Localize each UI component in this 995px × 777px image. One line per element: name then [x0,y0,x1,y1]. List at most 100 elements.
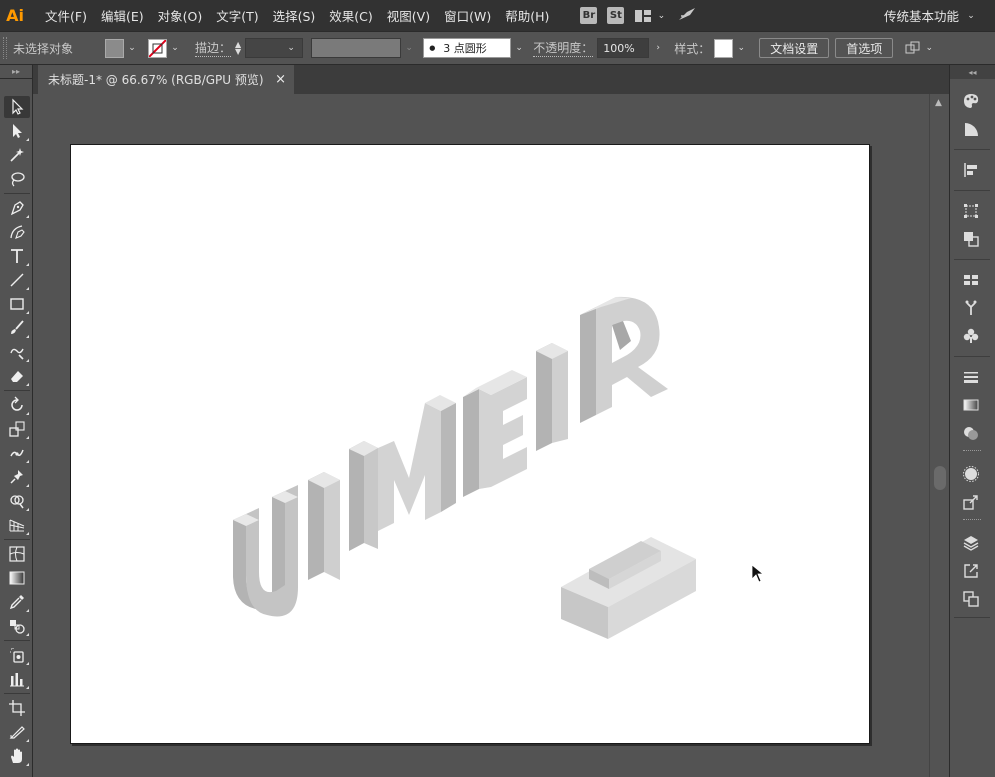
pathfinder-panel-icon[interactable] [960,228,982,250]
letter-i-2[interactable] [536,343,568,451]
column-graph-tool[interactable] [4,668,30,690]
stroke-panel-icon[interactable] [960,366,982,388]
shape-builder-tool[interactable] [4,490,30,512]
menu-bar: Ai 文件(F) 编辑(E) 对象(O) 文字(T) 选择(S) 效果(C) 视… [0,0,995,31]
document-setup-button[interactable]: 文档设置 [759,38,830,58]
menu-select[interactable]: 选择(S) [266,6,323,25]
gpu-performance-icon[interactable] [677,6,697,25]
curvature-tool[interactable] [4,221,30,243]
stroke-weight-stepper[interactable]: ▲ ▼ [235,41,241,56]
arrange-icon[interactable]: ⌄ [905,41,935,55]
opacity-expand-icon[interactable]: › [652,42,664,54]
style-dropdown-icon[interactable]: ⌄ [735,42,747,54]
rectangle-tool[interactable] [4,293,30,315]
layers-panel-icon[interactable] [960,532,982,554]
stroke-weight-input[interactable]: ⌄ [245,38,304,58]
brush-dropdown-icon[interactable]: ⌄ [513,42,525,54]
scale-tool[interactable] [4,418,30,440]
workspace-switcher[interactable]: 传统基本功能 ⌄ [884,0,977,31]
selection-tool[interactable] [4,96,30,118]
bridge-button[interactable]: Br [580,7,598,24]
align-panel-icon[interactable] [960,159,982,181]
fill-dropdown-icon[interactable]: ⌄ [126,42,138,54]
brushes-panel-icon[interactable] [960,297,982,319]
shaper-tool[interactable] [4,341,30,363]
collapse-panel-icon[interactable]: ▸▸ [0,65,32,79]
export-icon[interactable] [960,560,982,582]
pedestal-block[interactable] [561,537,696,639]
scrollbar-thumb[interactable] [934,466,946,490]
blend-tool[interactable] [4,615,30,637]
stock-button[interactable]: St [607,7,625,24]
close-icon[interactable]: × [275,72,286,87]
menu-type[interactable]: 文字(T) [209,6,265,25]
artboard-tool[interactable] [4,697,30,719]
brush-definition[interactable]: ● 3 点圆形 [423,38,512,58]
stroke-swatch[interactable] [148,38,168,58]
vertical-scrollbar[interactable]: ▲ [929,94,949,777]
stroke-label[interactable]: 描边： [195,39,232,57]
menu-edit[interactable]: 编辑(E) [94,6,151,25]
rotate-tool[interactable] [4,394,30,416]
variable-width-profile[interactable] [311,38,402,58]
symbol-sprayer-tool[interactable] [4,644,30,666]
fill-swatch[interactable] [105,38,125,58]
transform-panel-icon[interactable] [960,200,982,222]
letter-e[interactable] [463,370,527,497]
gradient-tool[interactable] [4,567,30,589]
menu-effect[interactable]: 效果(C) [322,6,379,25]
line-segment-tool[interactable] [4,269,30,291]
transparency-panel-icon[interactable] [960,422,982,444]
letter-r[interactable] [580,296,668,423]
expand-panels-icon[interactable]: ◂◂ [950,65,995,79]
eraser-tool[interactable] [4,365,30,387]
menu-view[interactable]: 视图(V) [380,6,437,25]
slice-tool[interactable] [4,721,30,743]
lasso-tool[interactable] [4,168,30,190]
asset-export-icon[interactable] [960,491,982,513]
direct-selection-tool[interactable] [4,120,30,142]
opacity-input[interactable]: 100% [597,38,650,58]
menu-window[interactable]: 窗口(W) [437,6,498,25]
letter-m[interactable] [349,395,456,551]
artboards-panel-icon[interactable] [960,588,982,610]
color-panel-icon[interactable] [960,90,982,112]
letter-u[interactable] [233,485,298,617]
graphic-style-swatch[interactable] [714,38,734,58]
puppet-warp-tool[interactable] [4,442,30,464]
magic-wand-tool[interactable] [4,144,30,166]
gradient-panel-icon[interactable] [960,394,982,416]
appearance-panel-icon[interactable] [960,463,982,485]
perspective-grid-tool[interactable] [4,514,30,536]
paintbrush-tool[interactable] [4,317,30,339]
profile-dropdown-icon[interactable]: ⌄ [403,42,415,54]
preferences-button[interactable]: 首选项 [835,38,894,58]
scroll-up-icon[interactable]: ▲ [935,98,942,108]
stroke-dropdown-icon[interactable]: ⌄ [169,42,181,54]
pin-tool[interactable] [4,466,30,488]
style-label: 样式： [674,41,711,56]
swatches-panel-icon[interactable] [960,269,982,291]
opacity-label[interactable]: 不透明度： [533,39,594,57]
arrange-documents-icon[interactable]: ⌄ [634,9,667,23]
document-tab-title: 未标题-1* @ 66.67% (RGB/GPU 预览) [48,73,264,87]
isometric-artwork[interactable] [71,145,871,745]
menu-help[interactable]: 帮助(H) [498,6,556,25]
type-tool[interactable] [4,245,30,267]
document-tab[interactable]: 未标题-1* @ 66.67% (RGB/GPU 预览) × [38,65,294,94]
artboard[interactable] [70,144,870,744]
menu-extra-icons: Br St ⌄ [580,6,697,25]
hand-tool[interactable] [4,745,30,767]
app-logo: Ai [6,6,24,25]
symbols-panel-icon[interactable] [960,325,982,347]
color-guide-icon[interactable] [960,118,982,140]
pen-tool[interactable] [4,197,30,219]
menu-object[interactable]: 对象(O) [151,6,210,25]
eyedropper-tool[interactable] [4,591,30,613]
panel-grip[interactable] [3,37,7,59]
brush-label: 3 点圆形 [443,42,487,55]
mesh-tool[interactable] [4,543,30,565]
menu-file[interactable]: 文件(F) [38,6,94,25]
letter-i-1[interactable] [308,472,340,580]
panel-dock: ◂◂ [949,65,995,777]
